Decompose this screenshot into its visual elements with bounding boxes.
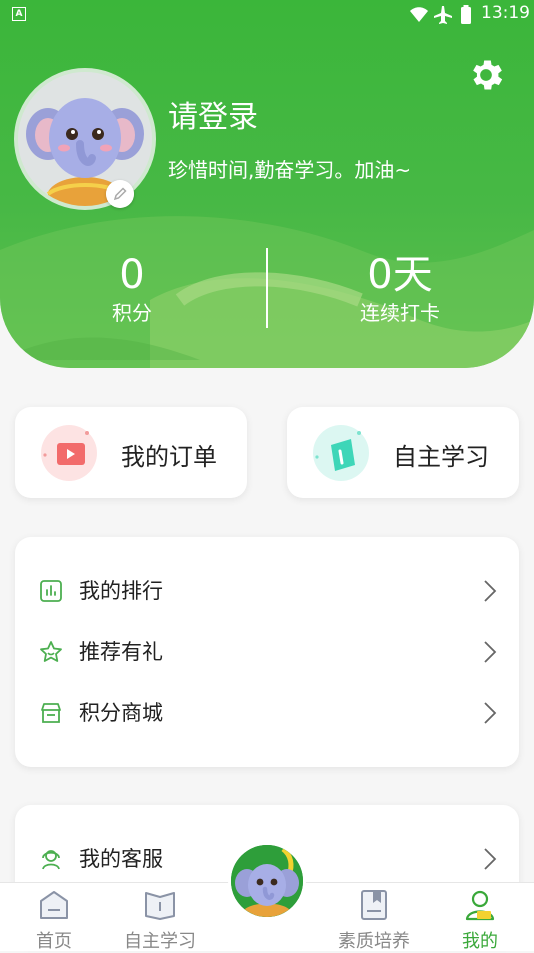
tab-self-study[interactable]: 自主学习	[110, 889, 210, 953]
book-icon	[145, 892, 175, 920]
profile-icon	[465, 890, 495, 921]
checkin-label: 连续打卡	[360, 301, 440, 325]
ranking-chart-icon	[40, 580, 62, 602]
stat-divider	[266, 248, 268, 328]
checkin-stat[interactable]: 0天 连续打卡	[300, 252, 500, 328]
self-study-icon	[313, 425, 369, 481]
video-order-icon	[41, 425, 97, 481]
my-orders-label: 我的订单	[121, 443, 217, 471]
tab-label: 自主学习	[124, 931, 196, 952]
points-label: 积分	[112, 301, 152, 325]
chevron-right-icon	[484, 848, 497, 870]
menu-item-points-mall[interactable]: 积分商城	[15, 683, 519, 743]
menu-item-label: 我的客服	[79, 847, 163, 871]
edit-avatar-icon[interactable]	[106, 180, 134, 208]
tab-label: 素质培养	[338, 931, 410, 952]
self-study-label: 自主学习	[393, 443, 489, 471]
status-time: 13:19	[481, 3, 530, 23]
battery-icon	[461, 7, 471, 24]
checkin-value: 0天	[367, 252, 433, 298]
gear-icon[interactable]	[466, 55, 506, 95]
chevron-right-icon	[484, 580, 497, 602]
status-bar: A 13:19	[0, 0, 534, 30]
avatar[interactable]	[14, 68, 156, 210]
star-gift-icon	[40, 641, 62, 662]
points-value: 0	[119, 252, 145, 298]
tab-label: 首页	[36, 931, 72, 952]
quality-book-icon	[361, 890, 387, 920]
menu-item-ranking[interactable]: 我的排行	[15, 561, 519, 621]
home-icon	[40, 891, 68, 919]
menu-item-referral[interactable]: 推荐有礼	[15, 622, 519, 682]
points-stat[interactable]: 0 积分	[32, 252, 232, 328]
slogan-text: 珍惜时间,勤奋学习。加油~	[168, 158, 412, 182]
elephant-mascot-icon	[231, 845, 303, 917]
store-icon	[41, 703, 61, 723]
login-prompt[interactable]: 请登录	[168, 92, 258, 136]
status-icons	[410, 5, 471, 24]
menu-group-main: 我的排行 推荐有礼 积分商城	[15, 537, 519, 767]
menu-item-label: 推荐有礼	[79, 640, 163, 664]
chevron-right-icon	[484, 702, 497, 724]
my-orders-card[interactable]: 我的订单	[15, 407, 247, 498]
tab-profile[interactable]: 我的	[430, 889, 530, 953]
airplane-icon	[434, 6, 452, 24]
notification-icon: A	[12, 7, 26, 21]
wifi-icon	[410, 7, 428, 22]
chevron-right-icon	[484, 641, 497, 663]
customer-service-icon	[42, 850, 60, 870]
menu-item-label: 我的排行	[79, 579, 163, 603]
tab-home[interactable]: 首页	[4, 889, 104, 953]
center-mascot-button[interactable]	[228, 842, 306, 920]
self-study-card[interactable]: 自主学习	[287, 407, 519, 498]
tab-label: 我的	[462, 931, 498, 952]
tab-quality[interactable]: 素质培养	[324, 889, 424, 953]
menu-item-label: 积分商城	[79, 701, 163, 725]
